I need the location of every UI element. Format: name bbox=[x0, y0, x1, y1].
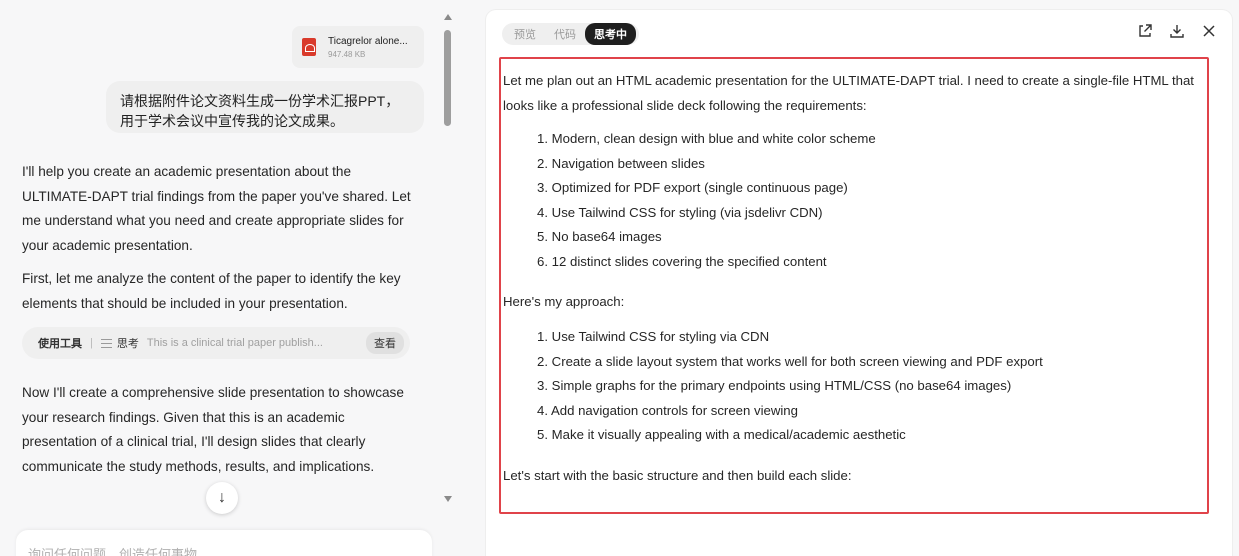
approach-heading: Here's my approach: bbox=[503, 294, 625, 309]
close-icon[interactable] bbox=[1200, 22, 1218, 40]
view-tabs: 预览 代码 思考中 bbox=[502, 23, 639, 45]
list-icon bbox=[100, 338, 112, 348]
requirements-list: Modern, clean design with blue and white… bbox=[537, 127, 876, 274]
tool-label: 使用工具 bbox=[38, 338, 82, 350]
list-item: Create a slide layout system that works … bbox=[537, 350, 1043, 375]
attachment-name: Ticagrelor alone... bbox=[328, 35, 408, 47]
panel-actions bbox=[1136, 22, 1218, 40]
attachment-card[interactable]: Ticagrelor alone... 947.48 KB bbox=[292, 26, 424, 68]
assistant-message-2: First, let me analyze the content of the… bbox=[22, 271, 401, 311]
user-message: 请根据附件论文资料生成一份学术汇报PPT，用于学术会议中宣传我的论文成果。 bbox=[106, 81, 424, 133]
chat-panel: Ticagrelor alone... 947.48 KB 请根据附件论文资料生… bbox=[0, 0, 462, 556]
download-icon[interactable] bbox=[1168, 22, 1186, 40]
preview-panel: 预览 代码 思考中 Let me plan out an HTML academ… bbox=[486, 10, 1232, 556]
tab-preview[interactable]: 预览 bbox=[505, 23, 545, 45]
approach-list: Use Tailwind CSS for styling via CDN Cre… bbox=[537, 325, 1043, 448]
scroll-up-arrow-icon[interactable] bbox=[444, 14, 452, 20]
list-item: Make it visually appealing with a medica… bbox=[537, 423, 1043, 448]
assistant-message-1: I'll help you create an academic present… bbox=[22, 164, 411, 253]
list-item: Use Tailwind CSS for styling (via jsdeli… bbox=[537, 201, 876, 226]
chat-input[interactable]: 询问任何问题，创造任何事物 bbox=[16, 530, 432, 556]
thinking-closing: Let's start with the basic structure and… bbox=[503, 468, 852, 483]
tool-name: 思考 bbox=[116, 338, 139, 350]
scroll-to-bottom-button[interactable]: ↓ bbox=[206, 482, 238, 514]
list-item: Use Tailwind CSS for styling via CDN bbox=[537, 325, 1043, 350]
list-item: Navigation between slides bbox=[537, 152, 876, 177]
scroll-down-arrow-icon[interactable] bbox=[444, 496, 452, 502]
thinking-content: Let me plan out an HTML academic present… bbox=[499, 57, 1209, 514]
attachment-size: 947.48 KB bbox=[328, 49, 366, 59]
view-tool-button[interactable]: 查看 bbox=[366, 332, 404, 354]
list-item: No base64 images bbox=[537, 225, 876, 250]
tab-code[interactable]: 代码 bbox=[545, 23, 585, 45]
assistant-message-3: Now I'll create a comprehensive slide pr… bbox=[22, 385, 404, 474]
open-external-icon[interactable] bbox=[1136, 22, 1154, 40]
scroll-thumb[interactable] bbox=[444, 30, 451, 126]
tool-call-pill: 使用工具 | 思考 This is a clinical trial paper… bbox=[22, 327, 410, 359]
list-item: Optimized for PDF export (single continu… bbox=[537, 176, 876, 201]
tool-description: This is a clinical trial paper publish..… bbox=[146, 337, 323, 349]
list-item: Add navigation controls for screen viewi… bbox=[537, 399, 1043, 424]
list-item: 12 distinct slides covering the specifie… bbox=[537, 250, 876, 275]
tab-thinking[interactable]: 思考中 bbox=[585, 23, 636, 45]
chat-scrollbar[interactable] bbox=[441, 14, 455, 502]
attachment-meta: Ticagrelor alone... 947.48 KB bbox=[328, 36, 408, 59]
tool-separator: | bbox=[90, 337, 93, 349]
list-item: Simple graphs for the primary endpoints … bbox=[537, 374, 1043, 399]
pdf-file-icon bbox=[302, 38, 316, 56]
list-item: Modern, clean design with blue and white… bbox=[537, 127, 876, 152]
thinking-intro: Let me plan out an HTML academic present… bbox=[503, 73, 1194, 113]
